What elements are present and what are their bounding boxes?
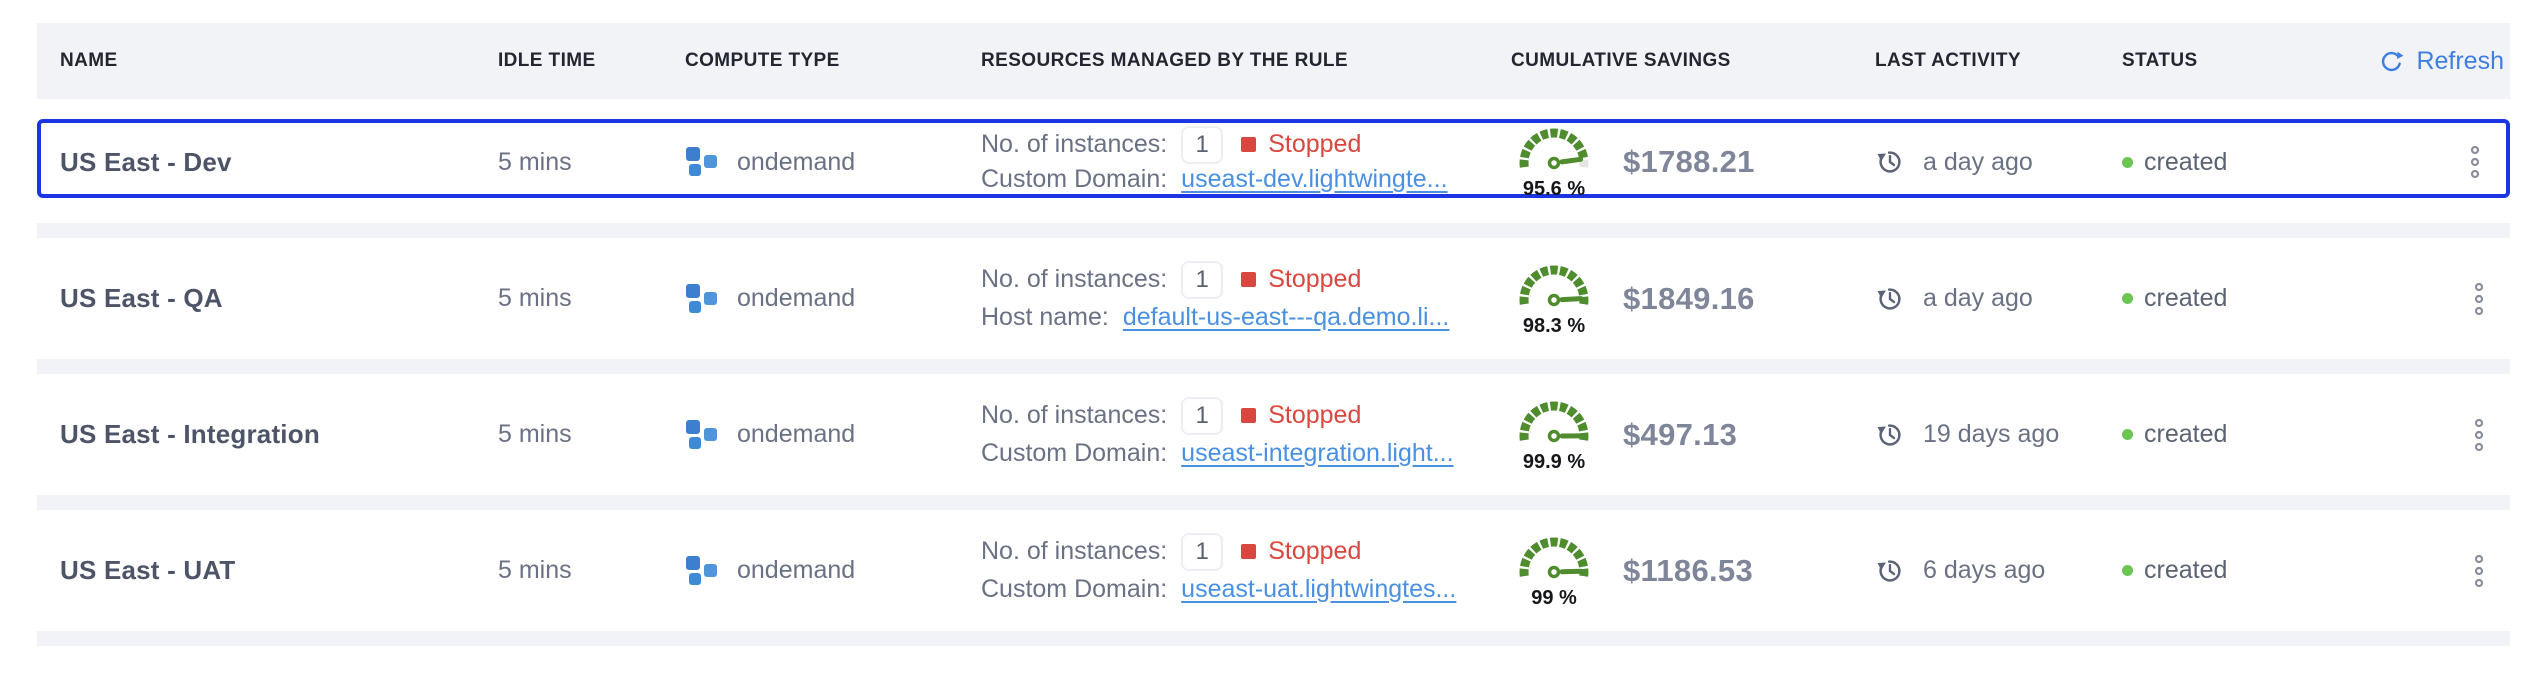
stopped-state-icon	[1241, 272, 1256, 287]
spacer	[37, 198, 2510, 223]
stopped-state-icon	[1241, 137, 1256, 152]
compute-cluster-icon	[685, 420, 717, 450]
kebab-menu-icon[interactable]	[2472, 281, 2486, 317]
instance-state: Stopped	[1268, 265, 1361, 294]
last-activity-value: a day ago	[1923, 284, 2033, 313]
spacer	[37, 99, 2510, 119]
savings-percent: 95.6 %	[1523, 178, 1585, 201]
savings-amount: $1186.53	[1623, 553, 1753, 589]
table-row[interactable]: US East - Dev 5 mins ondemand No. of ins…	[37, 119, 2510, 198]
status-value: created	[2144, 284, 2227, 313]
refresh-icon	[2378, 48, 2405, 75]
last-activity-value: 6 days ago	[1923, 556, 2045, 585]
kebab-menu-icon[interactable]	[2468, 144, 2482, 180]
instances-count: 1	[1181, 533, 1223, 571]
table-row[interactable]: US East - UAT 5 mins ondemand No. of ins…	[37, 510, 2510, 631]
idle-time-value: 5 mins	[498, 148, 685, 177]
rules-table: NAME IDLE TIME COMPUTE TYPE RESOURCES MA…	[37, 23, 2510, 646]
column-header-resources: RESOURCES MANAGED BY THE RULE	[981, 50, 1511, 72]
table-row[interactable]: US East - Integration 5 mins ondemand No…	[37, 374, 2510, 495]
row-divider	[37, 223, 2510, 238]
instances-label: No. of instances:	[981, 401, 1167, 430]
idle-time-value: 5 mins	[498, 420, 685, 449]
column-header-name: NAME	[60, 50, 498, 72]
row-divider	[37, 359, 2510, 374]
instance-state: Stopped	[1268, 130, 1361, 159]
savings-amount: $497.13	[1623, 417, 1737, 453]
status-value: created	[2144, 556, 2227, 585]
domain-label: Custom Domain:	[981, 439, 1167, 468]
rule-name: US East - Integration	[60, 419, 498, 450]
kebab-menu-icon[interactable]	[2472, 417, 2486, 453]
stopped-state-icon	[1241, 408, 1256, 423]
domain-label: Custom Domain:	[981, 575, 1167, 604]
column-header-last-activity: LAST ACTIVITY	[1875, 50, 2122, 72]
instances-label: No. of instances:	[981, 537, 1167, 566]
compute-cluster-icon	[685, 556, 717, 586]
savings-gauge: 95.6 %	[1511, 123, 1597, 201]
compute-type-value: ondemand	[737, 556, 855, 585]
instance-state: Stopped	[1268, 401, 1361, 430]
last-activity-value: 19 days ago	[1923, 420, 2059, 449]
domain-label: Host name:	[981, 303, 1109, 332]
refresh-label: Refresh	[2416, 47, 2504, 76]
instances-count: 1	[1181, 126, 1223, 164]
savings-percent: 99 %	[1531, 587, 1577, 610]
domain-link[interactable]: useast-uat.lightwingtes...	[1181, 575, 1456, 604]
table-row[interactable]: US East - QA 5 mins ondemand No. of inst…	[37, 238, 2510, 359]
savings-amount: $1788.21	[1623, 144, 1755, 180]
refresh-button[interactable]: Refresh	[2378, 47, 2510, 76]
history-icon	[1875, 420, 1905, 450]
savings-gauge: 99.9 %	[1511, 396, 1597, 474]
status-value: created	[2144, 420, 2227, 449]
kebab-menu-icon[interactable]	[2472, 553, 2486, 589]
instances-count: 1	[1181, 261, 1223, 299]
instances-label: No. of instances:	[981, 265, 1167, 294]
domain-label: Custom Domain:	[981, 165, 1167, 194]
instances-label: No. of instances:	[981, 130, 1167, 159]
rule-name: US East - UAT	[60, 555, 498, 586]
compute-cluster-icon	[685, 284, 717, 314]
status-dot-icon	[2122, 429, 2133, 440]
status-dot-icon	[2122, 293, 2133, 304]
history-icon	[1875, 556, 1905, 586]
idle-time-value: 5 mins	[498, 284, 685, 313]
compute-type-value: ondemand	[737, 420, 855, 449]
compute-cluster-icon	[685, 147, 717, 177]
last-activity-value: a day ago	[1923, 148, 2033, 177]
history-icon	[1875, 284, 1905, 314]
column-header-compute-type: COMPUTE TYPE	[685, 50, 981, 72]
column-header-cumulative-savings: CUMULATIVE SAVINGS	[1511, 50, 1875, 72]
instance-state: Stopped	[1268, 537, 1361, 566]
idle-time-value: 5 mins	[498, 556, 685, 585]
compute-type-value: ondemand	[737, 148, 855, 177]
row-divider	[37, 631, 2510, 646]
savings-percent: 99.9 %	[1523, 451, 1585, 474]
savings-gauge: 98.3 %	[1511, 260, 1597, 338]
domain-link[interactable]: useast-integration.light...	[1181, 439, 1453, 468]
domain-link[interactable]: default-us-east---qa.demo.li...	[1123, 303, 1450, 332]
savings-percent: 98.3 %	[1523, 315, 1585, 338]
table-header: NAME IDLE TIME COMPUTE TYPE RESOURCES MA…	[37, 23, 2510, 99]
compute-type-value: ondemand	[737, 284, 855, 313]
history-icon	[1875, 147, 1905, 177]
savings-amount: $1849.16	[1623, 281, 1755, 317]
instances-count: 1	[1181, 397, 1223, 435]
column-header-status: STATUS	[2122, 50, 2322, 72]
column-header-idle-time: IDLE TIME	[498, 50, 685, 72]
stopped-state-icon	[1241, 544, 1256, 559]
rule-name: US East - QA	[60, 283, 498, 314]
status-dot-icon	[2122, 565, 2133, 576]
domain-link[interactable]: useast-dev.lightwingte...	[1181, 165, 1447, 194]
status-dot-icon	[2122, 157, 2133, 168]
row-divider	[37, 495, 2510, 510]
rule-name: US East - Dev	[60, 147, 498, 178]
savings-gauge: 99 %	[1511, 532, 1597, 610]
status-value: created	[2144, 148, 2227, 177]
